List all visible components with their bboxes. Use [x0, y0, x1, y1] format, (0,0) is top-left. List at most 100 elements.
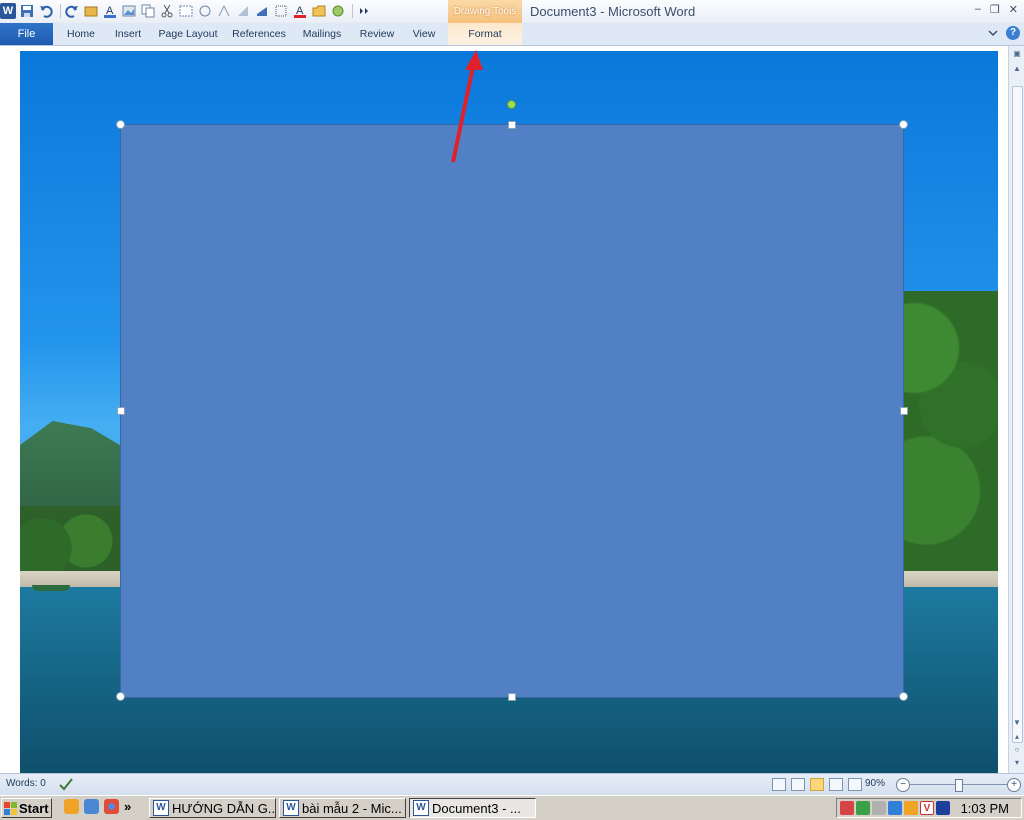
redo-icon[interactable] [64, 3, 80, 19]
tray-network-icon[interactable] [856, 801, 870, 815]
select-browse-object-icon[interactable]: ○ [1012, 745, 1022, 755]
windows-flag-icon [4, 801, 17, 815]
zoom-level[interactable]: 90% [865, 778, 885, 789]
web-layout-icon[interactable] [810, 778, 824, 791]
window-title: Document3 - Microsoft Word [530, 4, 696, 19]
taskbar-button-label: Document3 - ... [432, 800, 521, 816]
network-icon[interactable] [84, 799, 99, 814]
minimize-ribbon-icon[interactable] [988, 28, 998, 38]
font-color-icon[interactable]: A [102, 3, 118, 19]
firefox-icon[interactable] [64, 799, 79, 814]
tab-mailings[interactable]: Mailings [298, 23, 346, 45]
background-boat [32, 585, 70, 591]
resize-handle-right[interactable] [900, 407, 908, 415]
zoom-out-button[interactable]: − [896, 778, 910, 792]
cut-icon[interactable] [159, 3, 175, 19]
tab-format[interactable]: Format [448, 23, 522, 45]
format-icon[interactable] [216, 3, 232, 19]
copy-icon[interactable] [140, 3, 156, 19]
tab-insert[interactable]: Insert [110, 23, 146, 45]
tab-home[interactable]: Home [62, 23, 100, 45]
taskbar-button-huong-dan[interactable]: W HƯỚNG DẪN G... [149, 798, 276, 818]
taskbar-button-document3[interactable]: W Document3 - ... [409, 798, 536, 818]
restore-button[interactable]: ❐ [990, 3, 1000, 16]
next-page-icon[interactable]: ▾ [1012, 758, 1022, 768]
align-icon[interactable] [235, 3, 251, 19]
taskbar-button-bai-mau[interactable]: W bài mẫu 2 - Mic... [279, 798, 406, 818]
ruler-toggle-icon[interactable]: ▣ [1012, 49, 1022, 59]
drawing-tools-label: Drawing Tools [453, 6, 517, 17]
more-icon[interactable] [356, 3, 372, 19]
quick-launch: » [64, 799, 131, 814]
resize-handle-top-left[interactable] [116, 120, 125, 129]
tab-file[interactable]: File [0, 23, 53, 45]
ribbon-tabs: File Home Insert Page Layout References … [0, 23, 1024, 46]
close-button[interactable]: ✕ [1009, 3, 1018, 16]
background-trees-left [20, 506, 130, 576]
shape-outline-icon[interactable] [273, 3, 289, 19]
taskbar-button-label: bài mẫu 2 - Mic... [302, 800, 402, 816]
picture-icon[interactable] [121, 3, 137, 19]
start-button[interactable]: Start [1, 798, 52, 818]
window-controls: – ❐ ✕ [975, 3, 1018, 16]
selected-rectangle-shape[interactable] [120, 124, 904, 698]
tray-shield-icon[interactable] [840, 801, 854, 815]
word-doc-icon: W [153, 800, 169, 816]
help-icon[interactable]: ? [1006, 26, 1020, 40]
title-bar: W A A Drawing Tools Document3 - Microsof… [0, 0, 1024, 23]
tab-references[interactable]: References [230, 23, 288, 45]
zoom-slider[interactable]: − + [896, 778, 1021, 792]
symbol-icon[interactable] [197, 3, 213, 19]
resize-handle-top[interactable] [508, 121, 516, 129]
document-page[interactable] [20, 51, 998, 773]
resize-handle-top-right[interactable] [899, 120, 908, 129]
tray-update-icon[interactable] [904, 801, 918, 815]
taskbar-button-label: HƯỚNG DẪN G... [172, 800, 276, 816]
outline-icon[interactable] [829, 778, 843, 791]
resize-handle-bottom[interactable] [508, 693, 516, 701]
open-icon[interactable] [311, 3, 327, 19]
zoom-slider-knob[interactable] [954, 779, 963, 792]
quick-access-toolbar: W A A [0, 2, 375, 20]
shape-icon[interactable] [330, 3, 346, 19]
chrome-icon[interactable] [104, 799, 119, 814]
word-logo-icon[interactable]: W [0, 3, 16, 19]
system-tray: V 1:03 PM [836, 798, 1022, 818]
undo-icon[interactable] [38, 3, 54, 19]
paragraph-icon[interactable] [254, 3, 270, 19]
print-layout-icon[interactable] [772, 778, 786, 791]
tab-review[interactable]: Review [356, 23, 398, 45]
ribbon-right-controls: ? [988, 26, 1020, 40]
clock: 1:03 PM [960, 801, 1009, 816]
tray-unikey-icon[interactable]: V [920, 801, 934, 815]
rotation-handle[interactable] [507, 100, 516, 109]
text-box-icon[interactable] [178, 3, 194, 19]
tray-icons: V [840, 801, 950, 815]
word-count[interactable]: Words: 0 [6, 778, 46, 789]
tab-page-layout[interactable]: Page Layout [156, 23, 220, 45]
save-icon[interactable] [19, 3, 35, 19]
font-color-red-icon[interactable]: A [292, 3, 308, 19]
tab-view[interactable]: View [408, 23, 440, 45]
taskbar: Start » W HƯỚNG DẪN G... W bài mẫu 2 - M… [0, 795, 1024, 820]
quick-launch-chevron[interactable]: » [124, 799, 131, 814]
vertical-scrollbar[interactable]: ▣ ▲ ▼ ▴ ○ ▾ [1008, 46, 1024, 773]
minimize-button[interactable]: – [975, 3, 981, 16]
previous-page-icon[interactable]: ▴ [1012, 732, 1022, 742]
tray-antivirus-icon[interactable] [936, 801, 950, 815]
scroll-down-icon[interactable]: ▼ [1012, 718, 1022, 728]
tray-flag-icon[interactable] [872, 801, 886, 815]
word-doc-icon: W [283, 800, 299, 816]
resize-handle-bottom-right[interactable] [899, 692, 908, 701]
zoom-in-button[interactable]: + [1007, 778, 1021, 792]
full-screen-reading-icon[interactable] [791, 778, 805, 791]
draft-icon[interactable] [848, 778, 862, 791]
scrollbar-thumb[interactable] [1012, 86, 1023, 743]
resize-handle-left[interactable] [117, 407, 125, 415]
document-area [0, 46, 1008, 773]
insert-icon[interactable] [83, 3, 99, 19]
proofing-icon[interactable] [58, 777, 74, 791]
tray-bluetooth-icon[interactable] [888, 801, 902, 815]
resize-handle-bottom-left[interactable] [116, 692, 125, 701]
scroll-up-icon[interactable]: ▲ [1012, 64, 1022, 74]
